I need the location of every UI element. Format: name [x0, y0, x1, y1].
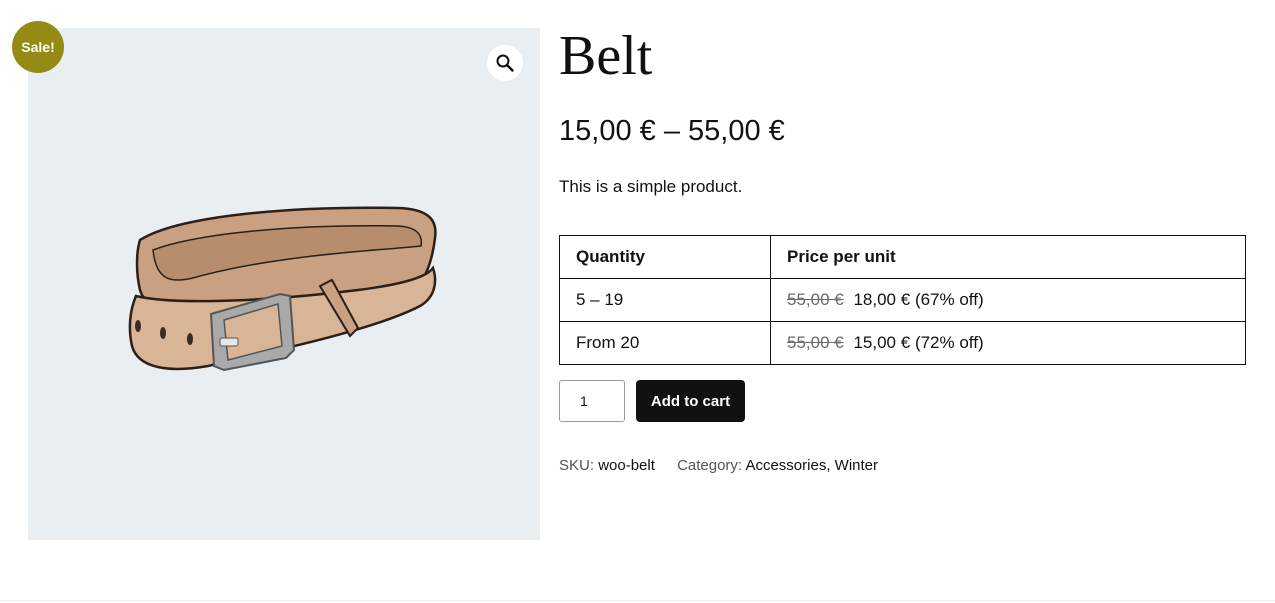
category-link-accessories[interactable]: Accessories — [745, 457, 826, 474]
regular-price: 55,00 € — [787, 333, 844, 352]
header-price-per-unit: Price per unit — [770, 235, 1246, 279]
quantity-cell: From 20 — [559, 321, 771, 365]
footer-divider — [0, 600, 1275, 601]
add-to-cart-button[interactable]: Add to cart — [636, 380, 745, 422]
sale-price: 18,00 € — [853, 290, 911, 309]
header-quantity: Quantity — [559, 235, 771, 279]
product-meta: SKU: woo-belt Category: Accessories, Win… — [559, 456, 878, 476]
sale-badge: Sale! — [12, 21, 64, 73]
belt-product-image[interactable] — [28, 28, 540, 540]
category-separator: , — [826, 457, 835, 474]
sku-value: woo-belt — [598, 457, 655, 474]
magnifier-icon — [496, 54, 514, 72]
price-cell: 55,00 € 15,00 € (72% off) — [770, 321, 1246, 365]
discount-label: (72% off) — [914, 333, 984, 352]
quantity-cell: 5 – 19 — [559, 278, 771, 322]
sale-price: 15,00 € — [853, 333, 911, 352]
regular-price: 55,00 € — [787, 290, 844, 309]
quantity-input[interactable] — [559, 380, 625, 422]
zoom-button[interactable] — [487, 45, 523, 81]
table-row: 5 – 19 55,00 € 18,00 € (67% off) — [559, 278, 1246, 322]
table-header-row: Quantity Price per unit — [559, 235, 1246, 279]
sku-label: SKU: — [559, 457, 595, 474]
price-cell: 55,00 € 18,00 € (67% off) — [770, 278, 1246, 322]
category-label: Category: — [677, 457, 743, 474]
price-range: 15,00 € – 55,00 € — [559, 115, 785, 147]
product-description: This is a simple product. — [559, 177, 743, 196]
discount-label: (67% off) — [914, 290, 984, 309]
product-title: Belt — [559, 25, 653, 87]
product-page: Sale! Belt 15,00 € – 55,00 € This is a s… — [0, 0, 1275, 603]
table-row: From 20 55,00 € 15,00 € (72% off) — [559, 321, 1246, 365]
tiered-pricing-table: Quantity Price per unit 5 – 19 55,00 € 1… — [559, 235, 1246, 365]
category-link-winter[interactable]: Winter — [835, 457, 878, 474]
